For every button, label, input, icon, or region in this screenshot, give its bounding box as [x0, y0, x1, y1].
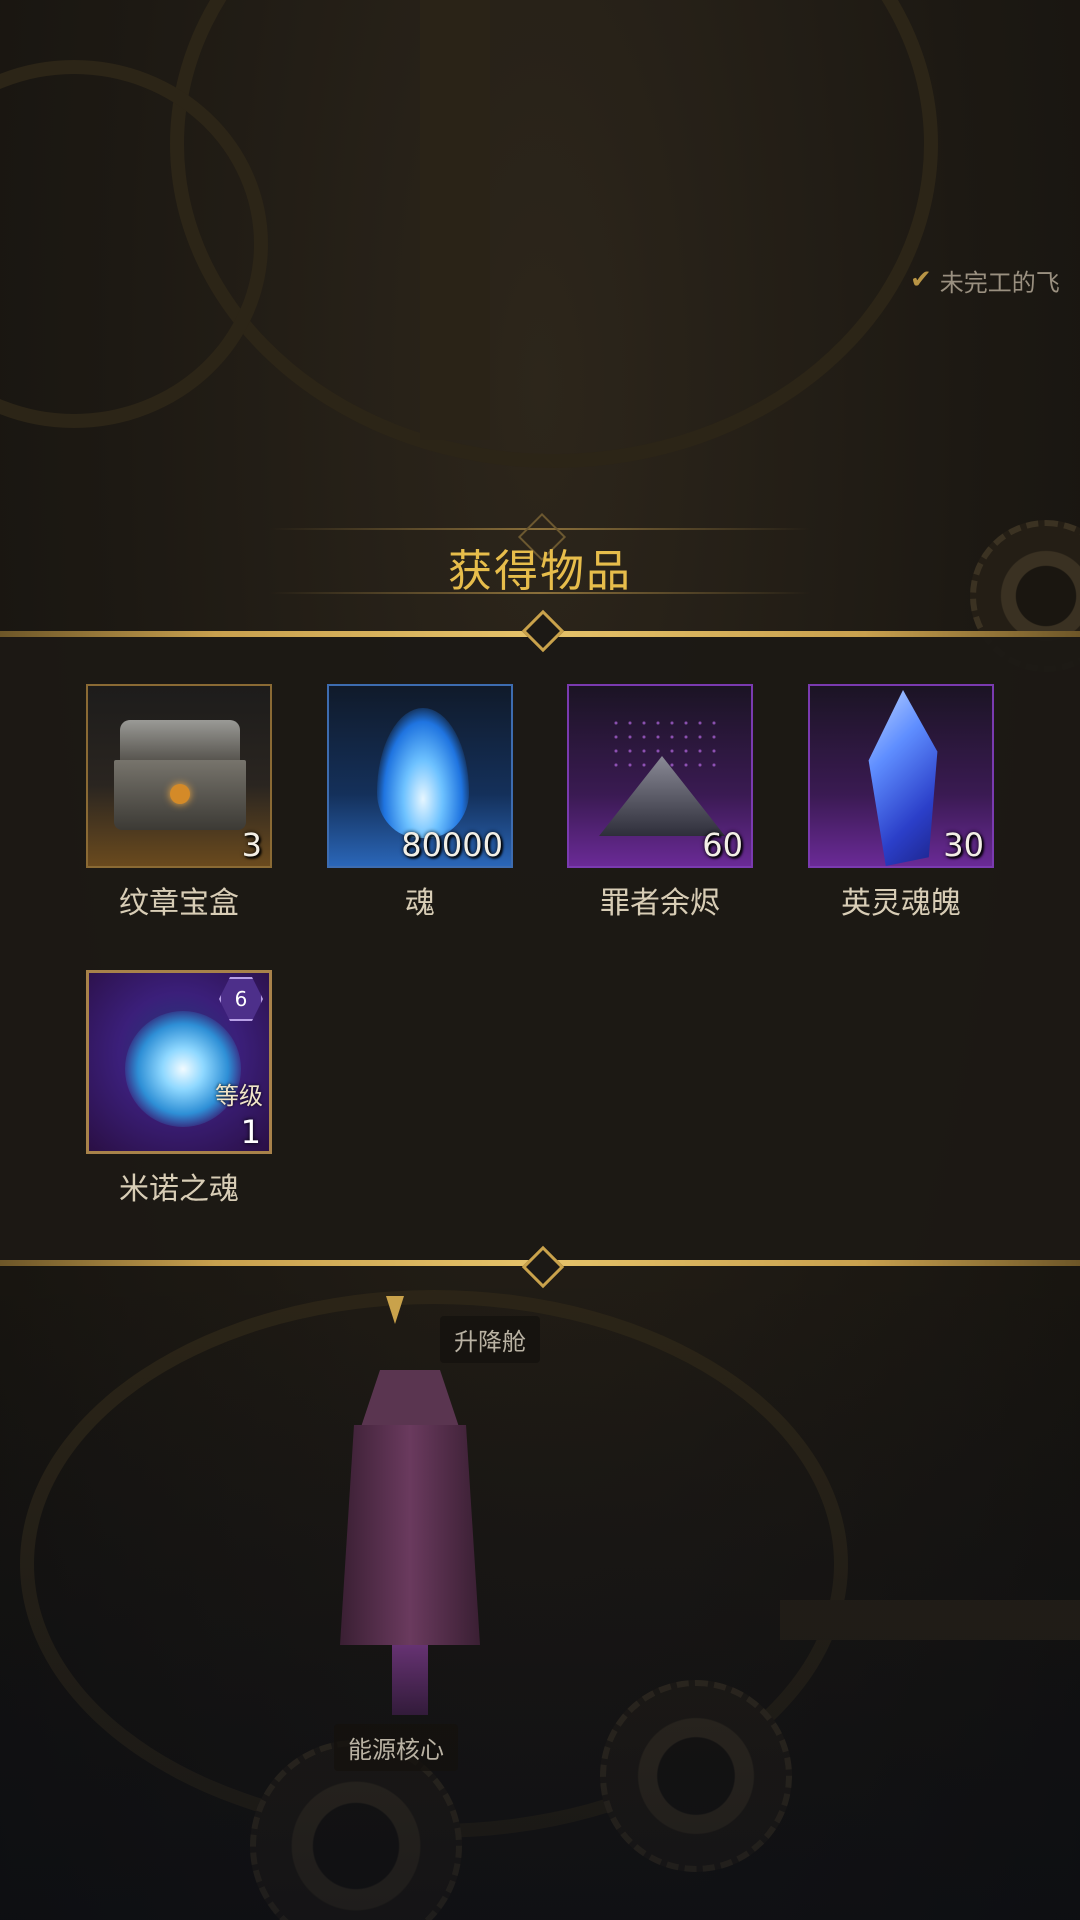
crystal-icon — [868, 690, 938, 866]
quest-tracker[interactable]: ✔ 未完工的飞 — [910, 262, 1080, 298]
dialog-title: 获得物品 — [448, 546, 632, 597]
reward-item[interactable]: 3 纹章宝盒 — [86, 684, 272, 922]
reward-item[interactable]: 6 等级 1 米诺之魂 — [86, 970, 272, 1208]
item-name: 魂 — [405, 886, 435, 921]
reward-item[interactable]: 60 罪者余烬 — [567, 684, 753, 922]
item-count: 80000 — [401, 826, 503, 864]
tower-beam — [392, 1645, 428, 1715]
item-name: 英灵魂魄 — [841, 886, 961, 921]
energy-core-label[interactable]: 能源核心 — [334, 1724, 458, 1771]
item-name: 纹章宝盒 — [119, 886, 239, 921]
item-name: 米诺之魂 — [119, 1172, 239, 1207]
item-slot[interactable]: 60 — [567, 684, 753, 868]
rank-badge: 6 — [219, 977, 263, 1021]
item-slot[interactable]: 30 — [808, 684, 994, 868]
checkmark-icon: ✔ — [910, 265, 932, 295]
energy-tower[interactable] — [330, 1370, 490, 1715]
item-count: 3 — [241, 826, 262, 864]
level-value: 1 — [240, 1113, 261, 1151]
tower-top — [360, 1370, 460, 1430]
machinery-ring — [170, 0, 938, 468]
item-slot[interactable]: 6 等级 1 — [86, 970, 272, 1154]
quest-label: 未完工的飞 — [939, 268, 1060, 297]
scene-shadow — [0, 1270, 1080, 1920]
machinery-pillar — [420, 0, 490, 440]
item-count: 30 — [943, 826, 984, 864]
item-slot[interactable]: 80000 — [327, 684, 513, 868]
treasure-chest-icon — [114, 720, 246, 838]
elevator-label[interactable]: 升降舱 — [440, 1316, 540, 1363]
reward-item[interactable]: 80000 魂 — [327, 684, 513, 922]
tower-body — [340, 1425, 480, 1645]
item-slot[interactable]: 3 — [86, 684, 272, 868]
item-count: 60 — [702, 826, 743, 864]
level-label: 等级 — [215, 1082, 263, 1110]
reward-item[interactable]: 30 英灵魂魄 — [808, 684, 994, 922]
item-name: 罪者余烬 — [600, 886, 720, 921]
blue-flame-icon — [377, 708, 469, 838]
